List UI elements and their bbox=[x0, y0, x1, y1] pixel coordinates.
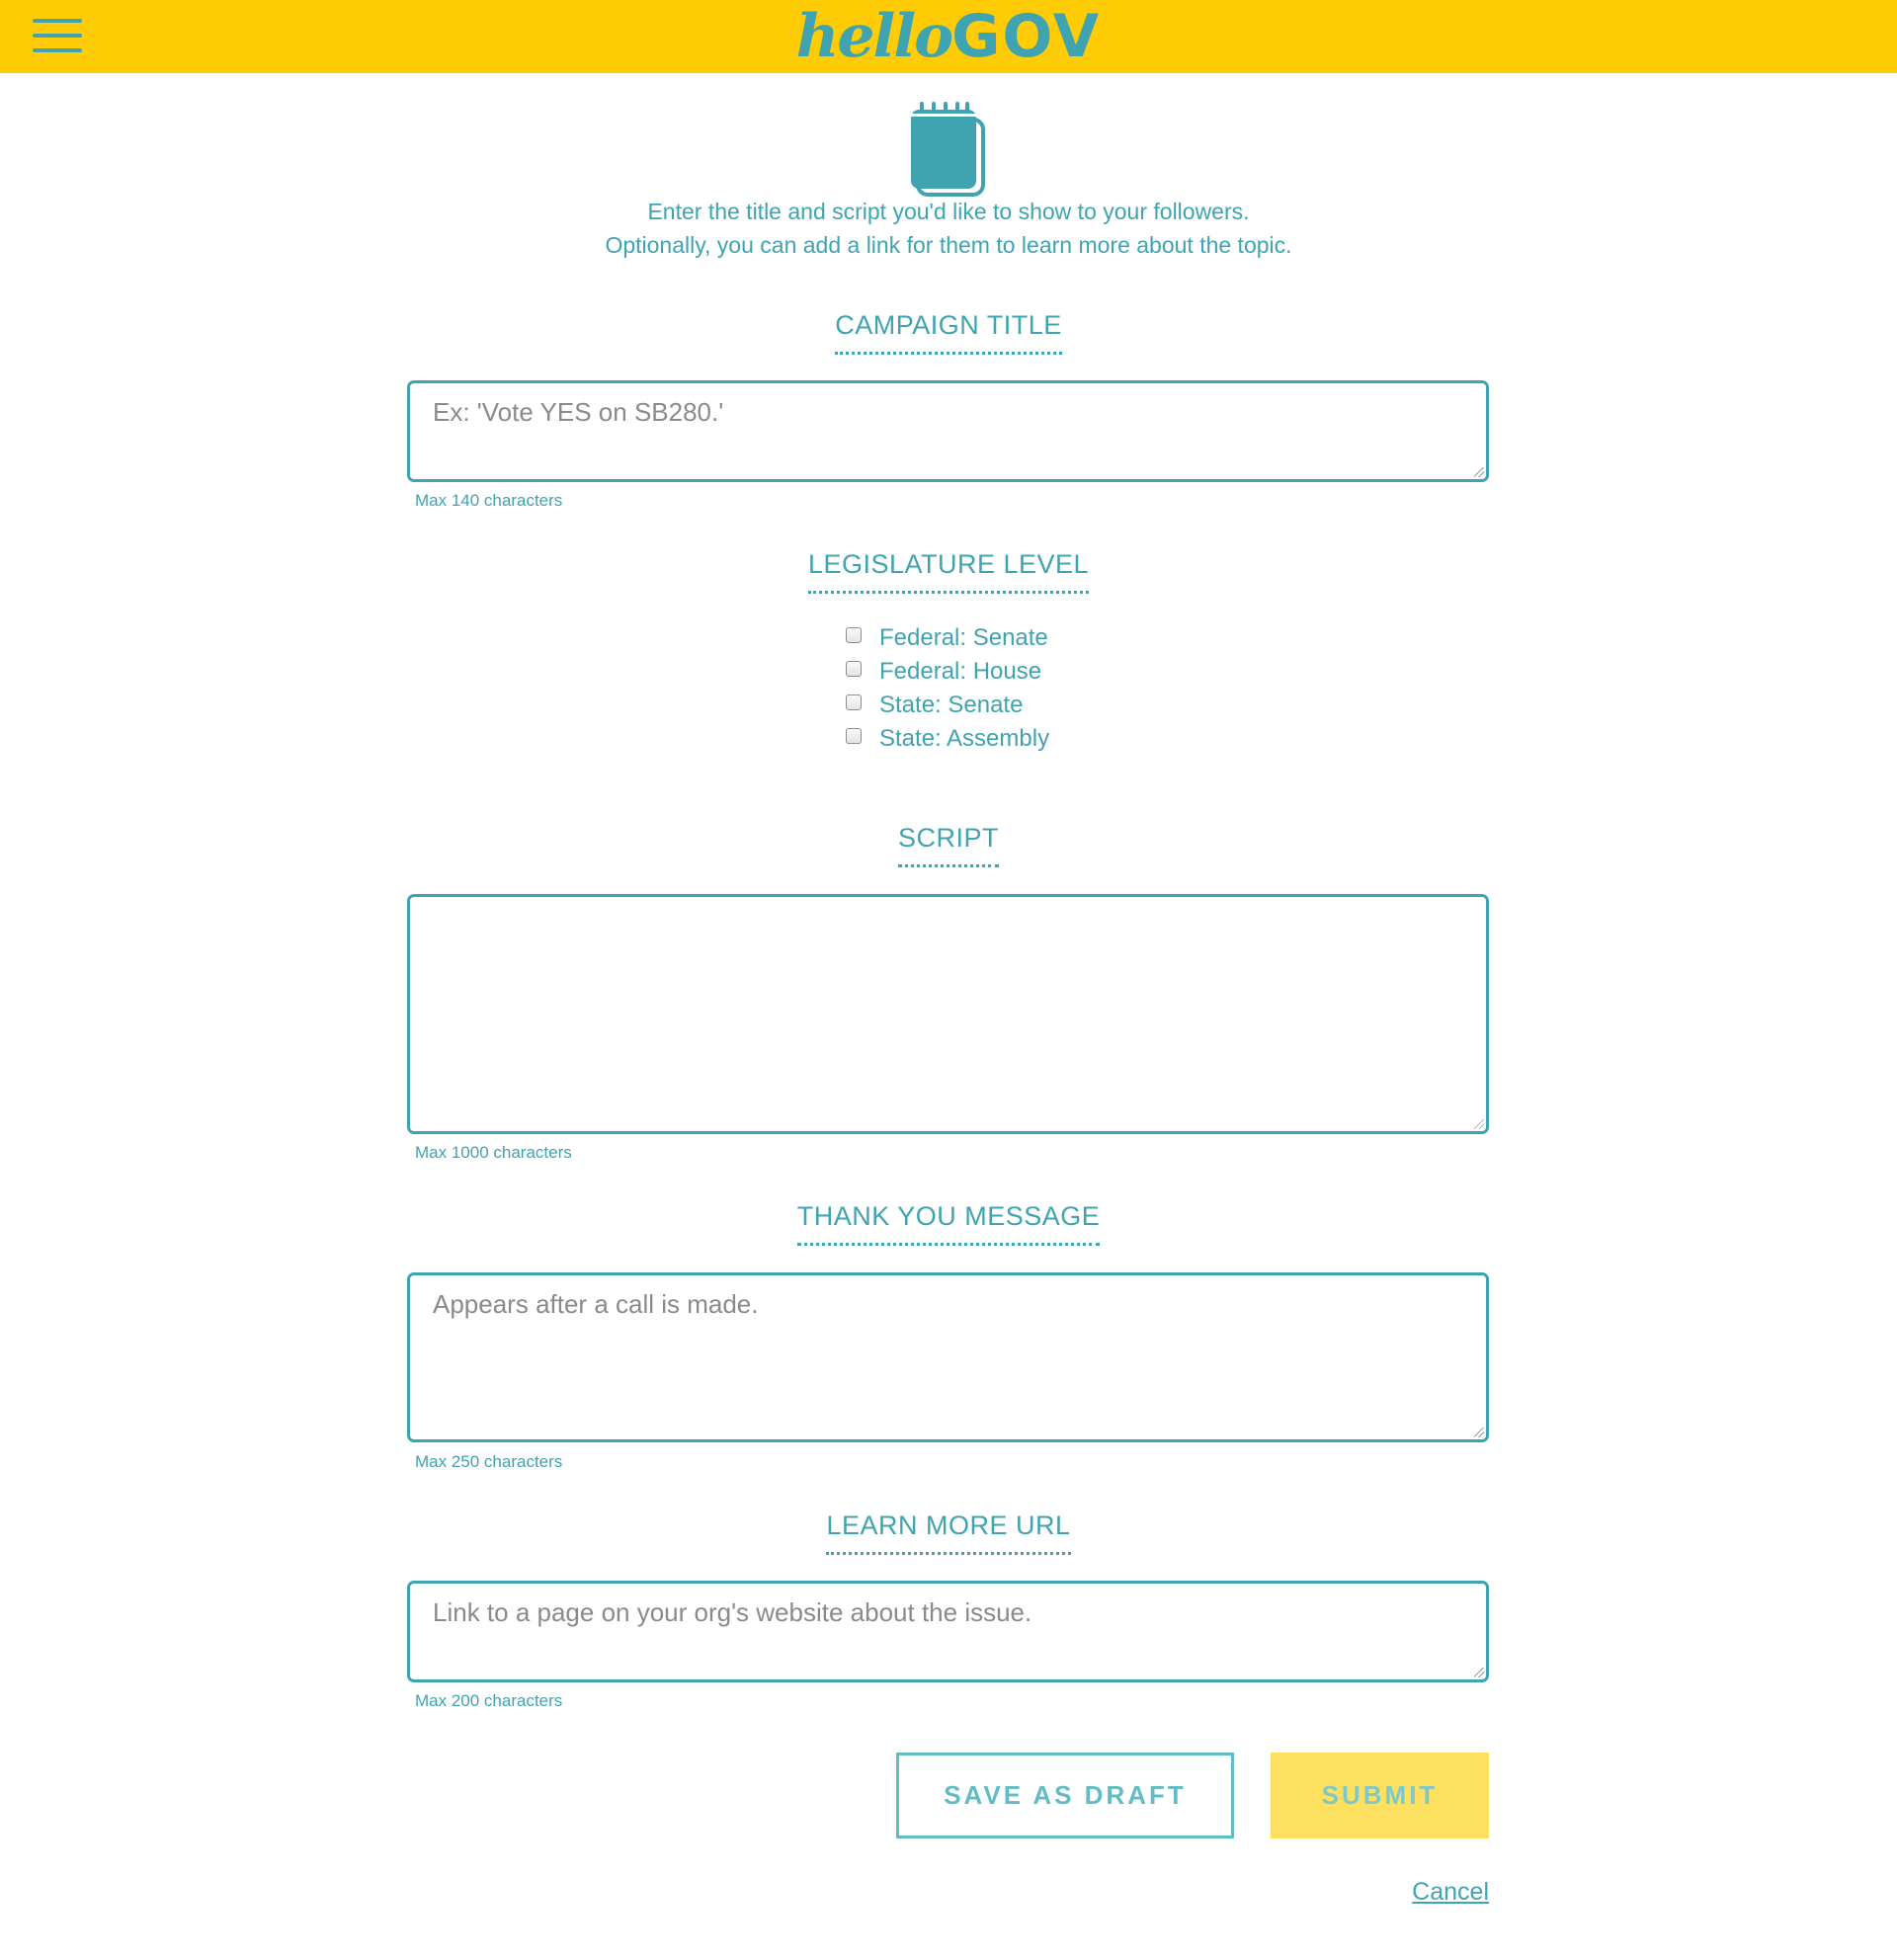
thank-you-input[interactable]: Appears after a call is made. bbox=[407, 1272, 1489, 1442]
option-label: Federal: Senate bbox=[879, 624, 1048, 651]
learn-more-placeholder: Link to a page on your org's website abo… bbox=[433, 1597, 1032, 1627]
checkbox-state-assembly[interactable] bbox=[846, 728, 862, 744]
learn-more-label: LEARN MORE URL bbox=[0, 1509, 1897, 1555]
checkbox-federal-senate[interactable] bbox=[846, 627, 862, 643]
checkbox-federal-house[interactable] bbox=[846, 661, 862, 677]
option-federal-house[interactable]: Federal: House bbox=[846, 655, 1049, 689]
checkbox-state-senate[interactable] bbox=[846, 694, 862, 710]
intro-line-2: Optionally, you can add a link for them … bbox=[605, 232, 1292, 258]
campaign-title-placeholder: Ex: 'Vote YES on SB280.' bbox=[433, 397, 724, 427]
intro-line-1: Enter the title and script you'd like to… bbox=[647, 199, 1250, 224]
script-hint: Max 1000 characters bbox=[415, 1143, 572, 1162]
thank-you-heading: THANK YOU MESSAGE bbox=[796, 1199, 1101, 1246]
intro-text: Enter the title and script you'd like to… bbox=[0, 195, 1897, 262]
hellogov-logo[interactable]: helloGOV bbox=[0, 4, 1897, 69]
logo-gov: GOV bbox=[951, 2, 1102, 71]
legislature-level-options: Federal: Senate Federal: House State: Se… bbox=[846, 621, 1049, 756]
learn-more-input[interactable]: Link to a page on your org's website abo… bbox=[407, 1581, 1489, 1682]
option-state-assembly[interactable]: State: Assembly bbox=[846, 722, 1049, 756]
cancel-link[interactable]: Cancel bbox=[1412, 1878, 1489, 1907]
option-state-senate[interactable]: State: Senate bbox=[846, 689, 1049, 722]
option-label: State: Senate bbox=[879, 692, 1024, 718]
submit-button[interactable]: SUBMIT bbox=[1271, 1753, 1489, 1838]
resize-handle[interactable] bbox=[1474, 1119, 1484, 1129]
top-bar: helloGOV bbox=[0, 0, 1897, 73]
script-input[interactable] bbox=[407, 894, 1489, 1134]
legislature-level-label: LEGISLATURE LEVEL bbox=[0, 547, 1897, 594]
resize-handle[interactable] bbox=[1474, 1668, 1484, 1677]
script-label: SCRIPT bbox=[0, 821, 1897, 867]
logo-hello: hello bbox=[795, 2, 953, 71]
thank-you-label: THANK YOU MESSAGE bbox=[0, 1199, 1897, 1246]
notepad-icon bbox=[911, 102, 985, 197]
resize-handle[interactable] bbox=[1474, 1428, 1484, 1437]
campaign-title-hint: Max 140 characters bbox=[415, 491, 563, 510]
learn-more-heading: LEARN MORE URL bbox=[826, 1509, 1071, 1555]
option-federal-senate[interactable]: Federal: Senate bbox=[846, 621, 1049, 655]
campaign-title-input[interactable]: Ex: 'Vote YES on SB280.' bbox=[407, 380, 1489, 482]
option-label: Federal: House bbox=[879, 658, 1042, 685]
thank-you-hint: Max 250 characters bbox=[415, 1452, 563, 1471]
learn-more-hint: Max 200 characters bbox=[415, 1691, 563, 1710]
campaign-title-heading: CAMPAIGN TITLE bbox=[835, 308, 1062, 355]
option-label: State: Assembly bbox=[879, 725, 1050, 752]
resize-handle[interactable] bbox=[1474, 467, 1484, 477]
script-heading: SCRIPT bbox=[897, 821, 999, 867]
campaign-title-label: CAMPAIGN TITLE bbox=[0, 308, 1897, 355]
save-as-draft-button[interactable]: SAVE AS DRAFT bbox=[896, 1753, 1234, 1838]
thank-you-placeholder: Appears after a call is made. bbox=[433, 1289, 759, 1319]
legislature-level-heading: LEGISLATURE LEVEL bbox=[807, 547, 1090, 594]
